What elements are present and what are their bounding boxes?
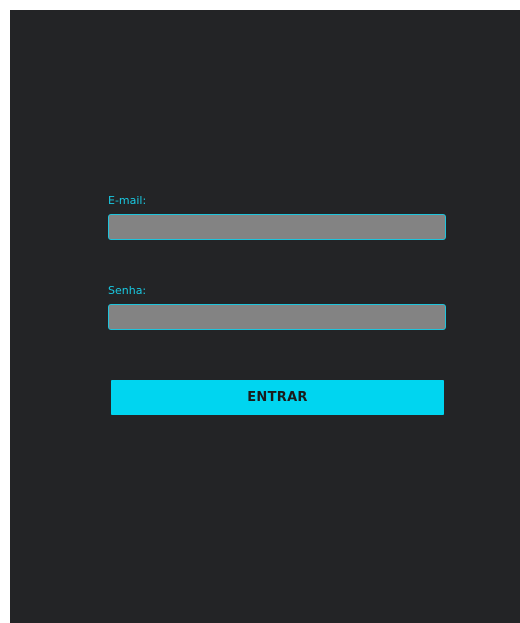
email-field[interactable] bbox=[108, 214, 446, 240]
password-label: Senha: bbox=[108, 284, 147, 297]
login-panel: E-mail: Senha: ENTRAR bbox=[10, 10, 520, 623]
login-button[interactable]: ENTRAR bbox=[111, 380, 444, 415]
email-label: E-mail: bbox=[108, 194, 147, 207]
password-field[interactable] bbox=[108, 304, 446, 330]
